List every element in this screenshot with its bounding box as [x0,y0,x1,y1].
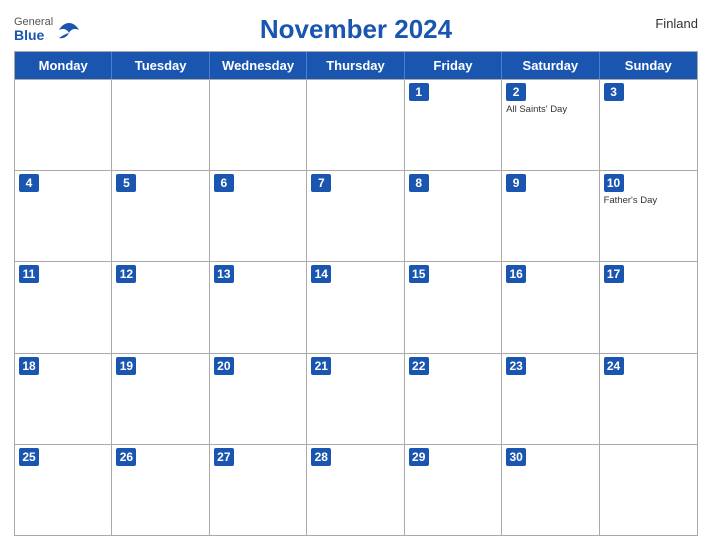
calendar-cell: 30 [502,445,599,535]
calendar-cell: 12 [112,262,209,352]
calendar-cell: 9 [502,171,599,261]
date-number: 15 [409,265,429,283]
date-number: 7 [311,174,331,192]
calendar-body: 12All Saints' Day345678910Father's Day11… [15,79,697,535]
date-number: 1 [409,83,429,101]
date-number: 20 [214,357,234,375]
date-number: 22 [409,357,429,375]
logo-bird-icon [55,21,83,39]
calendar-header-row: MondayTuesdayWednesdayThursdayFridaySatu… [15,52,697,79]
date-number: 4 [19,174,39,192]
date-number: 11 [19,265,39,283]
date-number: 6 [214,174,234,192]
calendar-week-1: 1 2 All Saints' Day 3 [15,79,697,170]
calendar-cell: 18 [15,354,112,444]
calendar-cell: 16 [502,262,599,352]
page-title: November 2024 [260,14,452,45]
calendar-week-2: 4 5 6 7 8 9 10 Father's Day [15,170,697,261]
date-number: 30 [506,448,526,466]
day-header-saturday: Saturday [502,52,599,79]
calendar-cell [210,80,307,170]
calendar-week-4: 18 19 20 21 22 23 24 [15,353,697,444]
logo-blue-text: Blue [14,28,53,42]
date-number: 18 [19,357,39,375]
calendar-cell: 29 [405,445,502,535]
date-number: 9 [506,174,526,192]
logo: General Blue [14,17,83,42]
date-number: 21 [311,357,331,375]
calendar-cell: 28 [307,445,404,535]
calendar-cell [112,80,209,170]
calendar-cell [307,80,404,170]
calendar-header: General Blue November 2024 Finland [14,10,698,45]
country-label: Finland [655,16,698,31]
date-number: 8 [409,174,429,192]
date-number: 29 [409,448,429,466]
date-number: 16 [506,265,526,283]
calendar-cell: 26 [112,445,209,535]
date-number: 17 [604,265,624,283]
calendar-week-5: 25 26 27 28 29 30 [15,444,697,535]
date-number: 2 [506,83,526,101]
calendar: MondayTuesdayWednesdayThursdayFridaySatu… [14,51,698,536]
calendar-cell: 4 [15,171,112,261]
day-header-wednesday: Wednesday [210,52,307,79]
date-number: 24 [604,357,624,375]
day-header-tuesday: Tuesday [112,52,209,79]
calendar-cell [15,80,112,170]
date-number: 13 [214,265,234,283]
calendar-cell: 27 [210,445,307,535]
calendar-cell: 5 [112,171,209,261]
date-number: 5 [116,174,136,192]
day-header-monday: Monday [15,52,112,79]
date-number: 26 [116,448,136,466]
date-number: 23 [506,357,526,375]
calendar-cell: 17 [600,262,697,352]
holiday-label: All Saints' Day [506,104,594,115]
date-number: 12 [116,265,136,283]
calendar-cell: 8 [405,171,502,261]
date-number: 19 [116,357,136,375]
day-header-sunday: Sunday [600,52,697,79]
calendar-cell: 23 [502,354,599,444]
calendar-cell: 2 All Saints' Day [502,80,599,170]
calendar-cell: 25 [15,445,112,535]
calendar-cell: 19 [112,354,209,444]
calendar-cell: 14 [307,262,404,352]
calendar-week-3: 11 12 13 14 15 16 17 [15,261,697,352]
date-number: 28 [311,448,331,466]
calendar-cell: 22 [405,354,502,444]
day-header-thursday: Thursday [307,52,404,79]
calendar-cell: 3 [600,80,697,170]
date-number: 14 [311,265,331,283]
calendar-cell: 6 [210,171,307,261]
calendar-cell: 11 [15,262,112,352]
calendar-cell: 13 [210,262,307,352]
calendar-cell: 10 Father's Day [600,171,697,261]
date-number: 3 [604,83,624,101]
calendar-cell [600,445,697,535]
calendar-cell: 20 [210,354,307,444]
holiday-label: Father's Day [604,195,693,206]
calendar-cell: 21 [307,354,404,444]
date-number: 27 [214,448,234,466]
calendar-cell: 1 [405,80,502,170]
calendar-cell: 24 [600,354,697,444]
calendar-cell: 7 [307,171,404,261]
day-header-friday: Friday [405,52,502,79]
calendar-cell: 15 [405,262,502,352]
date-number: 10 [604,174,624,192]
date-number: 25 [19,448,39,466]
